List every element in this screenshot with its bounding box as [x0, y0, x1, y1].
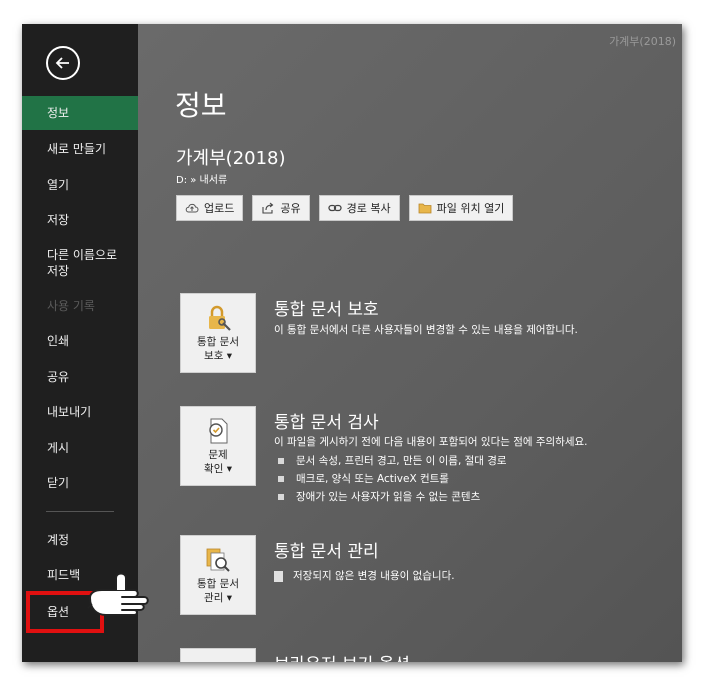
sidebar-item-close[interactable]: 닫기	[22, 475, 138, 491]
tile-label: 보호 ▾	[204, 350, 232, 362]
bullet-square-icon	[278, 476, 284, 482]
sidebar-item-label: 다른 이름으로	[47, 248, 118, 262]
sidebar-item-new[interactable]: 새로 만들기	[22, 141, 138, 157]
sidebar-item-print[interactable]: 인쇄	[22, 333, 138, 349]
link-icon	[327, 201, 342, 215]
document-actions: 업로드 공유 경로 복사 파일 위치 열기	[176, 195, 514, 221]
bullet-text: 매크로, 양식 또는 ActiveX 컨트롤	[296, 473, 449, 485]
inspect-bullet: 매크로, 양식 또는 ActiveX 컨트롤	[278, 471, 449, 486]
upload-button[interactable]: 업로드	[176, 195, 244, 221]
section-title: 통합 문서 관리	[274, 542, 379, 562]
sidebar-item-label: 공유	[47, 370, 70, 384]
upload-button-label: 업로드	[204, 202, 235, 215]
inspect-bullet: 장애가 있는 사용자가 읽을 수 없는 콘텐츠	[278, 489, 480, 504]
sidebar-item-label: 계정	[47, 533, 70, 547]
sidebar-item-share[interactable]: 공유	[22, 369, 138, 385]
bullet-square-icon	[278, 494, 284, 500]
protect-workbook-button[interactable]: 통합 문서 보호 ▾	[180, 293, 256, 373]
share-icon	[261, 201, 275, 215]
pointing-hand-icon	[87, 572, 149, 616]
document-path: D: » 내서류	[176, 175, 228, 186]
sidebar-item-save[interactable]: 저장	[22, 212, 138, 228]
sidebar-item-open[interactable]: 열기	[22, 177, 138, 193]
tile-label: 확인 ▾	[204, 463, 232, 475]
sidebar-item-label: 내보내기	[47, 405, 92, 419]
open-file-location-label: 파일 위치 열기	[436, 202, 505, 215]
excel-backstage-window: 정보 새로 만들기 열기 저장 다른 이름으로 저장 사용 기록 인쇄 공유 내…	[22, 24, 682, 662]
section-description: 이 통합 문서에서 다른 사용자들이 변경할 수 있는 내용을 제어합니다.	[274, 324, 578, 336]
open-file-location-button[interactable]: 파일 위치 열기	[408, 195, 514, 221]
browser-view-button[interactable]	[180, 648, 256, 662]
sidebar-item-label: 게시	[47, 441, 70, 455]
manage-workbook-button[interactable]: 통합 문서 관리 ▾	[180, 535, 256, 615]
sidebar-item-history: 사용 기록	[22, 298, 138, 314]
copy-path-button[interactable]: 경로 복사	[318, 195, 400, 221]
sidebar-divider	[46, 511, 114, 512]
sidebar-item-label: 닫기	[47, 476, 70, 490]
sidebar-item-publish[interactable]: 게시	[22, 440, 138, 456]
sidebar-item-label: 저장	[47, 213, 70, 227]
sidebar-item-label: 인쇄	[47, 334, 70, 348]
status-text: 저장되지 않은 변경 내용이 없습니다.	[293, 570, 455, 582]
inspect-bullet: 문서 속성, 프린터 경고, 만든 이 이름, 절대 경로	[278, 453, 507, 468]
section-description: 이 파일을 게시하기 전에 다음 내용이 포함되어 있다는 점에 주의하세요.	[274, 436, 588, 448]
bullet-text: 장애가 있는 사용자가 읽을 수 없는 콘텐츠	[296, 491, 481, 503]
section-title: 브라우저 보기 옵션	[274, 650, 410, 662]
section-title: 통합 문서 검사	[274, 413, 379, 433]
document-status-icon	[274, 570, 283, 582]
tile-label: 문제	[208, 449, 228, 461]
document-name: 가계부(2018)	[176, 148, 286, 169]
tile-label: 통합 문서	[197, 578, 239, 590]
lock-icon	[203, 303, 233, 333]
check-issues-button[interactable]: 문제 확인 ▾	[180, 406, 256, 486]
bullet-square-icon	[278, 458, 284, 464]
sidebar-item-account[interactable]: 계정	[22, 532, 138, 548]
sidebar-item-label: 저장	[47, 264, 70, 278]
tile-label: 관리 ▾	[204, 592, 232, 604]
sidebar-item-export[interactable]: 내보내기	[22, 404, 138, 420]
sidebar-item-save-as[interactable]: 다른 이름으로 저장	[22, 247, 138, 279]
check-document-icon	[203, 416, 233, 446]
sidebar-item-label: 새로 만들기	[47, 142, 107, 156]
tile-label: 통합 문서	[197, 336, 239, 348]
share-button[interactable]: 공유	[252, 195, 310, 221]
upload-cloud-icon	[185, 201, 199, 215]
manage-status: 저장되지 않은 변경 내용이 없습니다.	[274, 568, 455, 583]
sidebar-item-info[interactable]: 정보	[22, 96, 138, 130]
backstage-sidebar: 정보 새로 만들기 열기 저장 다른 이름으로 저장 사용 기록 인쇄 공유 내…	[22, 24, 138, 662]
back-button[interactable]	[46, 46, 80, 80]
back-arrow-icon	[55, 57, 69, 69]
folder-icon	[418, 201, 432, 215]
manage-document-icon	[203, 545, 233, 575]
section-title: 통합 문서 보호	[274, 300, 379, 320]
copy-path-button-label: 경로 복사	[346, 202, 391, 215]
bullet-text: 문서 속성, 프린터 경고, 만든 이 이름, 절대 경로	[296, 455, 507, 467]
sidebar-item-label: 사용 기록	[47, 299, 95, 313]
sidebar-item-label: 피드백	[47, 568, 81, 582]
page-title: 정보	[175, 89, 227, 122]
backstage-main: 가계부(2018) 정보 가계부(2018) D: » 내서류 업로드 공유 경…	[138, 24, 682, 662]
sidebar-item-label: 열기	[47, 178, 70, 192]
share-button-label: 공유	[280, 202, 301, 215]
window-title: 가계부(2018)	[609, 35, 676, 48]
sidebar-item-label: 정보	[47, 106, 70, 120]
